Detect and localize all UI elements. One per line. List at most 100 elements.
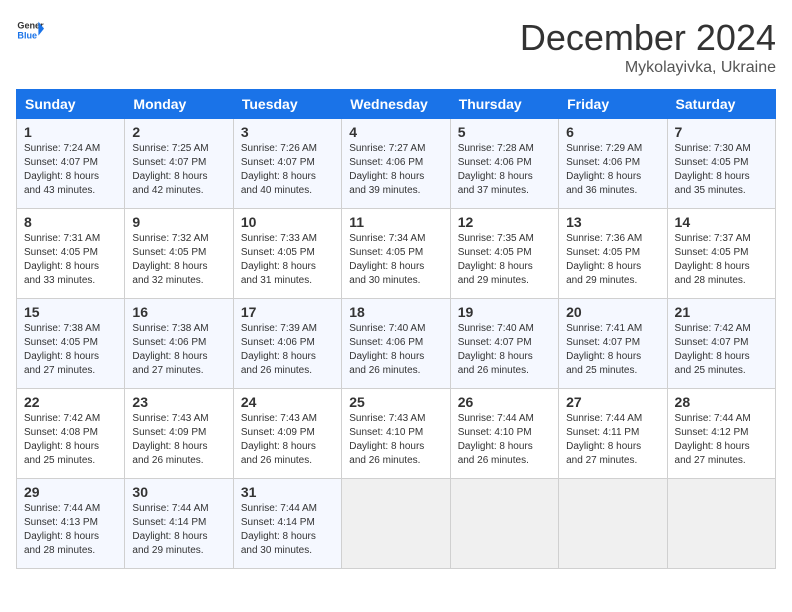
header-saturday: Saturday [667,90,775,119]
calendar-cell: 1 Sunrise: 7:24 AM Sunset: 4:07 PM Dayli… [17,119,125,209]
logo-icon: General Blue [16,16,44,44]
day-info: Sunrise: 7:28 AM Sunset: 4:06 PM Dayligh… [458,142,551,198]
calendar-cell: 23 Sunrise: 7:43 AM Sunset: 4:09 PM Dayl… [125,389,233,479]
day-info: Sunrise: 7:31 AM Sunset: 4:05 PM Dayligh… [24,232,117,288]
day-info: Sunrise: 7:35 AM Sunset: 4:05 PM Dayligh… [458,232,551,288]
daylight-label: Daylight: 8 hours and 28 minutes. [24,531,99,556]
day-info: Sunrise: 7:43 AM Sunset: 4:09 PM Dayligh… [241,412,334,468]
sunset-label: Sunset: 4:06 PM [349,157,423,168]
calendar-cell: 25 Sunrise: 7:43 AM Sunset: 4:10 PM Dayl… [342,389,450,479]
sunset-label: Sunset: 4:06 PM [566,157,640,168]
daylight-label: Daylight: 8 hours and 31 minutes. [241,261,316,286]
calendar-cell [450,479,558,569]
day-info: Sunrise: 7:29 AM Sunset: 4:06 PM Dayligh… [566,142,659,198]
sunset-label: Sunset: 4:05 PM [241,247,315,258]
daylight-label: Daylight: 8 hours and 39 minutes. [349,171,424,196]
sunset-label: Sunset: 4:06 PM [241,337,315,348]
sunrise-label: Sunrise: 7:37 AM [675,233,751,244]
day-info: Sunrise: 7:44 AM Sunset: 4:13 PM Dayligh… [24,502,117,558]
sunrise-label: Sunrise: 7:42 AM [675,323,751,334]
calendar-cell: 13 Sunrise: 7:36 AM Sunset: 4:05 PM Dayl… [559,209,667,299]
calendar-table: Sunday Monday Tuesday Wednesday Thursday… [16,89,776,569]
daylight-label: Daylight: 8 hours and 25 minutes. [566,351,641,376]
day-info: Sunrise: 7:42 AM Sunset: 4:07 PM Dayligh… [675,322,768,378]
daylight-label: Daylight: 8 hours and 27 minutes. [24,351,99,376]
calendar-cell: 22 Sunrise: 7:42 AM Sunset: 4:08 PM Dayl… [17,389,125,479]
month-title: December 2024 [520,16,776,59]
day-number: 12 [458,214,551,230]
day-info: Sunrise: 7:24 AM Sunset: 4:07 PM Dayligh… [24,142,117,198]
location: Mykolayivka, Ukraine [520,59,776,77]
sunrise-label: Sunrise: 7:29 AM [566,143,642,154]
day-number: 10 [241,214,334,230]
sunset-label: Sunset: 4:08 PM [24,427,98,438]
title-area: December 2024 Mykolayivka, Ukraine [520,16,776,77]
day-number: 17 [241,304,334,320]
sunset-label: Sunset: 4:07 PM [566,337,640,348]
calendar-cell: 10 Sunrise: 7:33 AM Sunset: 4:05 PM Dayl… [233,209,341,299]
sunset-label: Sunset: 4:05 PM [24,337,98,348]
daylight-label: Daylight: 8 hours and 28 minutes. [675,261,750,286]
calendar-week-row: 29 Sunrise: 7:44 AM Sunset: 4:13 PM Dayl… [17,479,776,569]
sunset-label: Sunset: 4:11 PM [566,427,639,438]
day-number: 27 [566,394,659,410]
calendar-week-row: 1 Sunrise: 7:24 AM Sunset: 4:07 PM Dayli… [17,119,776,209]
sunrise-label: Sunrise: 7:30 AM [675,143,751,154]
calendar-cell: 8 Sunrise: 7:31 AM Sunset: 4:05 PM Dayli… [17,209,125,299]
sunrise-label: Sunrise: 7:41 AM [566,323,642,334]
daylight-label: Daylight: 8 hours and 30 minutes. [349,261,424,286]
sunset-label: Sunset: 4:07 PM [24,157,98,168]
calendar-cell [559,479,667,569]
sunset-label: Sunset: 4:05 PM [566,247,640,258]
daylight-label: Daylight: 8 hours and 42 minutes. [132,171,207,196]
daylight-label: Daylight: 8 hours and 25 minutes. [675,351,750,376]
day-info: Sunrise: 7:38 AM Sunset: 4:05 PM Dayligh… [24,322,117,378]
day-number: 24 [241,394,334,410]
calendar-cell: 26 Sunrise: 7:44 AM Sunset: 4:10 PM Dayl… [450,389,558,479]
calendar-cell: 31 Sunrise: 7:44 AM Sunset: 4:14 PM Dayl… [233,479,341,569]
day-number: 30 [132,484,225,500]
daylight-label: Daylight: 8 hours and 37 minutes. [458,171,533,196]
day-number: 14 [675,214,768,230]
sunrise-label: Sunrise: 7:43 AM [349,413,425,424]
day-number: 18 [349,304,442,320]
sunrise-label: Sunrise: 7:42 AM [24,413,100,424]
weekday-header-row: Sunday Monday Tuesday Wednesday Thursday… [17,90,776,119]
daylight-label: Daylight: 8 hours and 26 minutes. [132,441,207,466]
sunset-label: Sunset: 4:05 PM [675,157,749,168]
day-info: Sunrise: 7:30 AM Sunset: 4:05 PM Dayligh… [675,142,768,198]
daylight-label: Daylight: 8 hours and 32 minutes. [132,261,207,286]
sunset-label: Sunset: 4:07 PM [458,337,532,348]
day-number: 6 [566,124,659,140]
sunrise-label: Sunrise: 7:44 AM [132,503,208,514]
daylight-label: Daylight: 8 hours and 36 minutes. [566,171,641,196]
day-number: 16 [132,304,225,320]
calendar-cell: 5 Sunrise: 7:28 AM Sunset: 4:06 PM Dayli… [450,119,558,209]
sunrise-label: Sunrise: 7:44 AM [24,503,100,514]
day-info: Sunrise: 7:26 AM Sunset: 4:07 PM Dayligh… [241,142,334,198]
day-number: 29 [24,484,117,500]
calendar-week-row: 8 Sunrise: 7:31 AM Sunset: 4:05 PM Dayli… [17,209,776,299]
sunrise-label: Sunrise: 7:28 AM [458,143,534,154]
sunrise-label: Sunrise: 7:34 AM [349,233,425,244]
sunrise-label: Sunrise: 7:38 AM [24,323,100,334]
header-monday: Monday [125,90,233,119]
daylight-label: Daylight: 8 hours and 27 minutes. [566,441,641,466]
calendar-cell: 18 Sunrise: 7:40 AM Sunset: 4:06 PM Dayl… [342,299,450,389]
sunset-label: Sunset: 4:05 PM [675,247,749,258]
daylight-label: Daylight: 8 hours and 29 minutes. [132,531,207,556]
calendar-cell: 11 Sunrise: 7:34 AM Sunset: 4:05 PM Dayl… [342,209,450,299]
sunset-label: Sunset: 4:14 PM [132,517,206,528]
day-info: Sunrise: 7:44 AM Sunset: 4:14 PM Dayligh… [241,502,334,558]
daylight-label: Daylight: 8 hours and 25 minutes. [24,441,99,466]
calendar-cell: 20 Sunrise: 7:41 AM Sunset: 4:07 PM Dayl… [559,299,667,389]
day-info: Sunrise: 7:34 AM Sunset: 4:05 PM Dayligh… [349,232,442,288]
day-info: Sunrise: 7:41 AM Sunset: 4:07 PM Dayligh… [566,322,659,378]
daylight-label: Daylight: 8 hours and 26 minutes. [458,441,533,466]
day-number: 19 [458,304,551,320]
sunset-label: Sunset: 4:07 PM [132,157,206,168]
calendar-cell: 30 Sunrise: 7:44 AM Sunset: 4:14 PM Dayl… [125,479,233,569]
day-number: 8 [24,214,117,230]
svg-text:Blue: Blue [17,30,37,40]
sunrise-label: Sunrise: 7:43 AM [132,413,208,424]
